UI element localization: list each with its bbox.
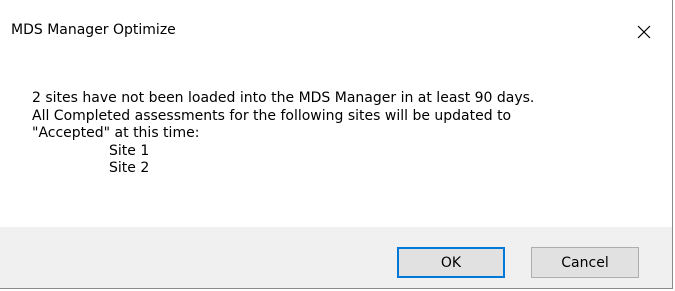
close-icon [637, 25, 651, 39]
dialog-content: 2 sites have not been loaded into the MD… [0, 62, 672, 227]
message-text: 2 sites have not been loaded into the MD… [32, 90, 534, 178]
cancel-button[interactable]: Cancel [531, 247, 639, 278]
title-bar: MDS Manager Optimize [0, 0, 672, 62]
close-button[interactable] [620, 12, 668, 52]
message-dialog: MDS Manager Optimize 2 sites have not be… [0, 0, 673, 289]
message-line: All Completed assessments for the follow… [32, 107, 512, 124]
message-line: 2 sites have not been loaded into the MD… [32, 90, 535, 106]
ok-button[interactable]: OK [397, 247, 505, 278]
message-line: "Accepted" at this time: [32, 125, 200, 141]
site-list-item: Site 1 [109, 142, 150, 159]
button-bar: OK Cancel [0, 227, 672, 288]
site-list-item: Site 2 [109, 160, 150, 176]
dialog-title: MDS Manager Optimize [11, 22, 176, 38]
